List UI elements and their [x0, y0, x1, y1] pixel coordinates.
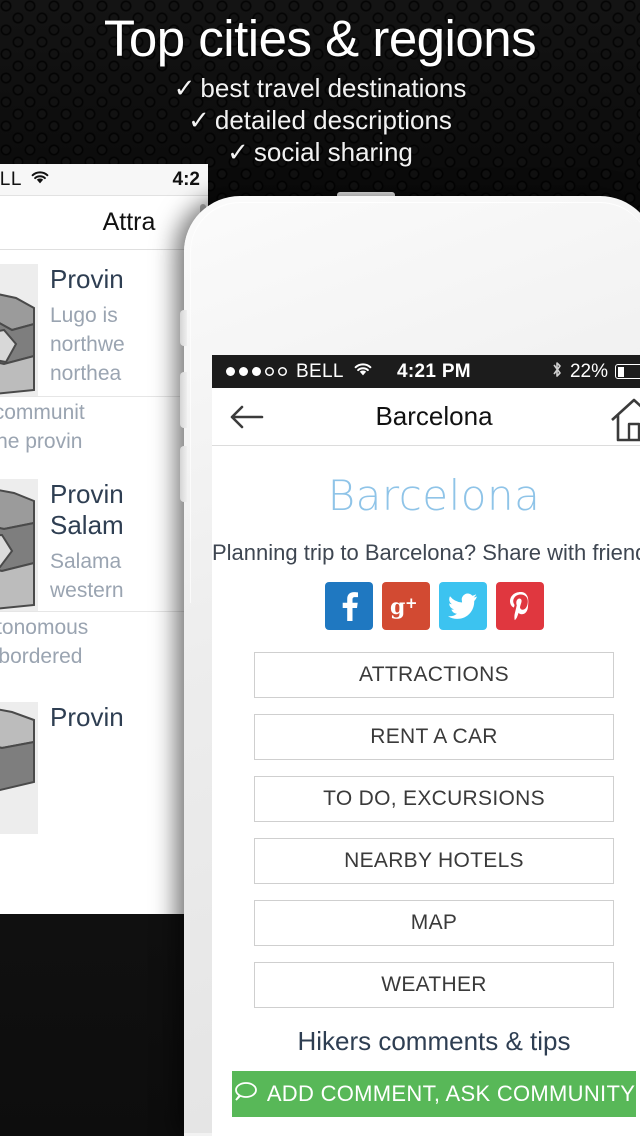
volume-down-button[interactable] — [180, 446, 187, 502]
list-item-body-3: northea — [50, 362, 122, 385]
comments-section-heading: Hikers comments & tips — [297, 1026, 571, 1056]
bluetooth-icon — [551, 360, 563, 384]
list-item-body-5: ordered by the provin — [0, 430, 83, 453]
region-map-thumbnail — [0, 479, 38, 611]
home-icon[interactable] — [608, 396, 640, 442]
list-item-text: Provin Salam Salama western — [38, 479, 128, 611]
list-item-body-1: Lugo is — [50, 304, 118, 327]
list-item-text: Provin Lugo is northwe northea — [38, 264, 129, 396]
clock-label: 4:2 — [172, 168, 200, 190]
twitter-share-button[interactable] — [438, 582, 487, 630]
check-icon: ✓ — [173, 73, 196, 103]
banner-bullet-1-label: best travel destinations — [200, 73, 467, 103]
list-item-body-3: art of the autonomous — [0, 616, 89, 639]
status-bar: BELL 4:21 PM 22% — [212, 355, 640, 388]
screenshot-stage: Top cities & regions ✓ best travel destin… — [0, 0, 640, 1136]
menu-button-nearby-hotels[interactable]: NEARBY HOTELS — [254, 838, 614, 884]
svg-text:+: + — [405, 594, 418, 612]
background-status-bar: ●●○○ BELL 4:2 — [0, 164, 208, 196]
category-menu: ATTRACTIONS RENT A CAR TO DO, EXCURSIONS… — [212, 652, 640, 1008]
silent-switch[interactable] — [180, 310, 187, 346]
list-item-text: Provin — [38, 702, 128, 834]
list-item-title-line1: Provin — [50, 479, 124, 509]
add-comment-label: ADD COMMENT, ASK COMMUNITY — [266, 1081, 636, 1106]
banner-feature-list: ✓ best travel destinations ✓ detailed desc… — [0, 72, 640, 168]
region-map-thumbnail — [0, 264, 38, 396]
check-icon: ✓ — [227, 137, 249, 167]
list-item-body-1: Salama — [50, 550, 122, 573]
background-nav-title: Attra — [0, 196, 208, 250]
menu-button-to-do-excursions[interactable]: TO DO, EXCURSIONS — [254, 776, 614, 822]
list-item-body-2: northwe — [50, 333, 125, 356]
list-item-body-2: western — [50, 579, 124, 602]
page-title: Barcelona — [375, 401, 493, 431]
facebook-share-button[interactable] — [324, 582, 373, 630]
wifi-icon — [29, 169, 51, 190]
speech-bubble-icon — [233, 1081, 259, 1107]
banner-bullet-2: ✓ detailed descriptions — [0, 104, 640, 136]
list-item[interactable]: Provin — [0, 688, 208, 834]
list-item[interactable]: Provin Salam Salama western art of the a… — [0, 465, 208, 668]
banner-bullet-2-label: detailed descriptions — [214, 105, 452, 135]
social-share-row: g + — [212, 582, 640, 630]
svg-text:g: g — [390, 594, 405, 619]
menu-button-rent-a-car[interactable]: RENT A CAR — [254, 714, 614, 760]
list-item-title-line2: Salam — [50, 510, 124, 540]
banner-headline: Top cities & regions — [103, 10, 537, 67]
region-map-thumbnail — [0, 702, 38, 834]
list-item-title: Provin — [50, 264, 124, 294]
add-comment-button[interactable]: ADD COMMENT, ASK COMMUNITY — [232, 1071, 636, 1117]
carrier-label: BELL — [0, 168, 22, 190]
share-prompt: Planning trip to Barcelona? Share with f… — [212, 540, 640, 565]
status-right-group: 22% — [551, 360, 640, 384]
app-nav-bar: Barcelona — [212, 388, 640, 446]
battery-icon — [615, 364, 640, 379]
list-item-body-4: utonomous communit — [0, 401, 85, 424]
battery-percent-label: 22% — [569, 360, 608, 382]
menu-button-attractions[interactable]: ATTRACTIONS — [254, 652, 614, 698]
city-heading: Barcelona — [327, 471, 541, 520]
list-item[interactable]: Provin Lugo is northwe northea utonomous… — [0, 250, 208, 453]
list-item-body-4: d León. It is bordered — [0, 645, 83, 668]
menu-button-weather[interactable]: WEATHER — [254, 962, 614, 1008]
banner-bullet-3-label: social sharing — [253, 137, 413, 167]
google-plus-share-button[interactable]: g + — [381, 582, 430, 630]
foreground-phone-screen: BELL 4:21 PM 22% Barcelona Barcelona Pla… — [212, 355, 640, 1136]
check-icon: ✓ — [188, 105, 210, 135]
banner-bullet-1: ✓ best travel destinations — [0, 72, 640, 104]
list-item-title: Provin — [50, 702, 124, 732]
menu-button-map[interactable]: MAP — [254, 900, 614, 946]
volume-up-button[interactable] — [180, 372, 187, 428]
page-content: Barcelona Planning trip to Barcelona? Sh… — [212, 446, 640, 1136]
back-arrow-icon[interactable] — [226, 400, 268, 434]
pinterest-share-button[interactable] — [495, 582, 544, 630]
background-phone-screen: ●●○○ BELL 4:2 Attra Provin Lu — [0, 164, 208, 914]
